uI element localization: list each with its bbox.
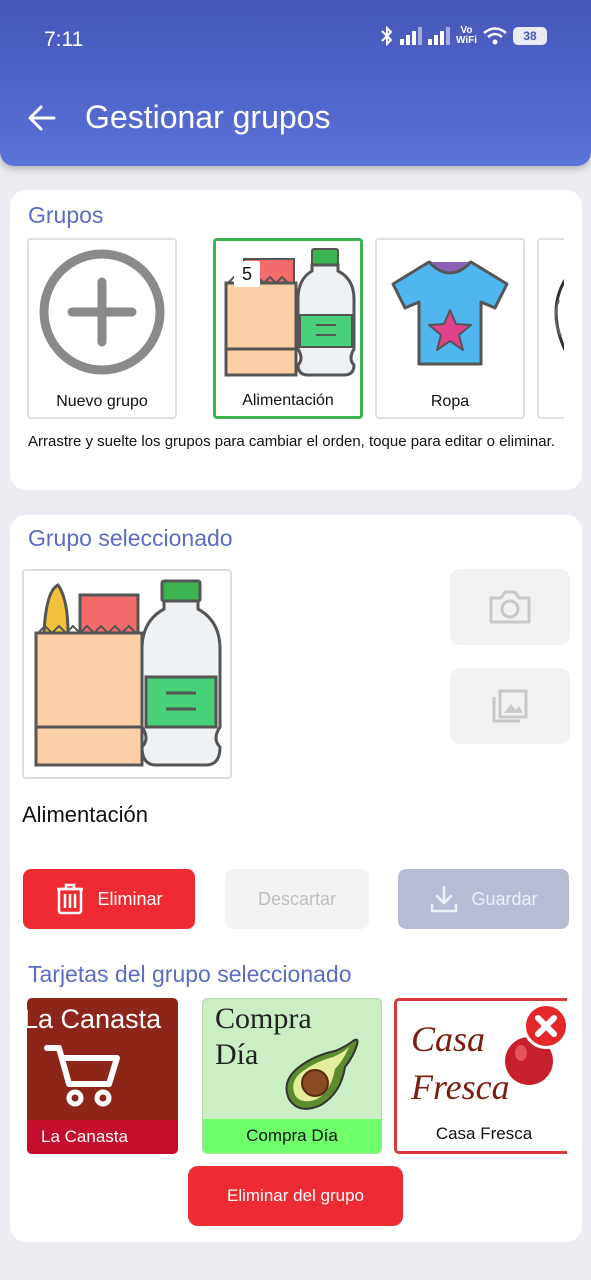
selected-group-image[interactable]	[22, 569, 232, 779]
discard-button[interactable]: Descartar	[225, 869, 369, 929]
vowifi-bottom: WiFi	[455, 35, 477, 46]
gallery-icon	[492, 689, 528, 723]
remove-card-icon[interactable]	[523, 1003, 567, 1049]
delete-label: Eliminar	[97, 888, 163, 909]
download-icon	[431, 885, 458, 913]
groups-hint: Arrastre y suelte los grupos para cambia…	[28, 433, 555, 450]
trash-icon	[57, 883, 84, 915]
group-tile-next[interactable]	[537, 238, 564, 419]
card-label: Compra Día	[203, 1119, 381, 1153]
card-casa-fresca[interactable]: Casa Fresca Casa Fresca	[394, 998, 567, 1154]
groups-strip[interactable]: Nuevo grupo 5 Alimentación Ropa	[27, 238, 564, 420]
app-bar: 7:11 Vo WiFi 38 Gestionar grupos	[0, 0, 591, 166]
back-button[interactable]	[26, 102, 58, 134]
status-time: 7:11	[44, 28, 84, 51]
logo-line: Fresca	[411, 1067, 510, 1107]
selected-group-title: Grupo seleccionado	[28, 525, 233, 551]
group-tile-alimentacion[interactable]: 5 Alimentación	[213, 238, 363, 419]
pick-image-button[interactable]	[450, 668, 570, 744]
group-tile-new[interactable]: Nuevo grupo	[27, 238, 177, 419]
tshirt-icon	[391, 260, 509, 366]
groceries-icon	[34, 579, 222, 767]
selected-group-card: Grupo seleccionado Alimentación Eliminar…	[10, 515, 582, 1242]
signal-icon	[427, 27, 450, 45]
card-logo-text: La Canasta	[27, 1004, 162, 1034]
card-la-canasta[interactable]: La Canasta La Canasta	[27, 998, 178, 1154]
wifi-icon	[483, 27, 507, 45]
group-label: Nuevo grupo	[56, 393, 148, 410]
group-cards-title: Tarjetas del grupo seleccionado	[28, 961, 352, 987]
vowifi-indicator: Vo WiFi	[456, 26, 477, 46]
remove-from-group-button[interactable]: Eliminar del grupo	[188, 1166, 403, 1226]
status-icons: Vo WiFi 38	[380, 26, 547, 46]
bluetooth-icon	[381, 26, 393, 46]
save-label: Guardar	[471, 888, 538, 909]
take-photo-button[interactable]	[450, 569, 570, 645]
card-label: La Canasta	[27, 1120, 178, 1154]
logo-line: Compra	[215, 1002, 312, 1035]
avocado-icon	[285, 1038, 359, 1110]
discard-label: Descartar	[257, 888, 337, 909]
plus-circle-icon	[39, 249, 165, 375]
group-label: Ropa	[430, 393, 470, 410]
card-logo-text: Casa Fresca	[411, 1015, 510, 1111]
group-label: Alimentación	[242, 392, 334, 409]
delete-button[interactable]: Eliminar	[23, 869, 195, 929]
card-compra-dia[interactable]: Compra Día Compra Día	[202, 998, 382, 1154]
groups-card: Grupos Nuevo grupo 5 Alimentación Ropa A…	[10, 190, 582, 490]
signal-icon	[399, 27, 422, 45]
group-count-badge: 5	[234, 261, 260, 287]
group-tile-ropa[interactable]: Ropa	[375, 238, 525, 419]
battery-indicator: 38	[513, 27, 547, 45]
camera-icon	[489, 590, 531, 624]
card-label: Casa Fresca	[397, 1117, 567, 1151]
close-icon	[535, 1015, 557, 1037]
arrow-left-icon	[28, 105, 56, 131]
shopping-cart-icon	[44, 1045, 120, 1107]
groups-title: Grupos	[28, 202, 104, 228]
logo-line: Casa	[411, 1019, 486, 1059]
group-image-partial-icon	[554, 279, 564, 351]
page-title: Gestionar grupos	[85, 99, 331, 135]
group-cards-strip[interactable]: La Canasta La Canasta Compra Día Compra …	[27, 998, 567, 1156]
selected-group-name[interactable]: Alimentación	[22, 802, 148, 828]
save-button[interactable]: Guardar	[398, 869, 569, 929]
